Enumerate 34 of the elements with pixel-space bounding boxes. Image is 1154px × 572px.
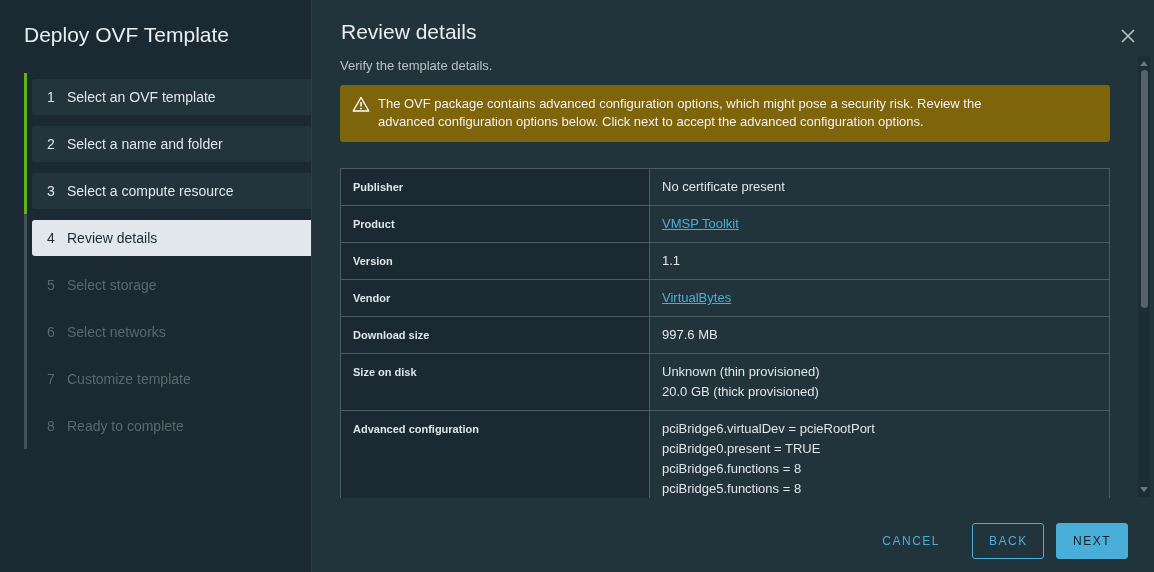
cell-text: 997.6 MB [662, 326, 719, 344]
row-label: Advanced configuration [353, 423, 479, 435]
step-item[interactable]: 3 Select a compute resource [32, 173, 311, 209]
action-button[interactable]: CANCEL [866, 523, 956, 559]
scroll-up-arrow-icon[interactable] [1140, 60, 1148, 66]
action-button[interactable]: BACK [972, 523, 1044, 559]
row-label: Vendor [353, 292, 391, 304]
cell-text: pciBridge6.functions = 8 [662, 460, 803, 478]
step-item[interactable]: 4 Review details [32, 220, 311, 256]
cell-text: pciBridge0.present = TRUE [662, 440, 822, 458]
step-item[interactable]: 2 Select a name and folder [32, 126, 311, 162]
row-label: Version [353, 255, 393, 267]
dialog-title: Deploy OVF Template [23, 22, 231, 48]
link[interactable]: VMSP Toolkit [662, 216, 739, 231]
link[interactable]: VirtualBytes [662, 290, 732, 305]
row-label: Download size [353, 329, 430, 341]
cell-text: Unknown (thin provisioned) [662, 363, 821, 381]
cell-text: pciBridge6.virtualDev = pcieRootPort [662, 420, 876, 438]
action-button[interactable]: NEXT [1056, 523, 1128, 559]
warning-icon [352, 96, 370, 112]
scrollbar[interactable] [1138, 56, 1150, 497]
row-label: Product [353, 218, 395, 230]
cell-text: 20.0 GB (thick provisioned) [662, 383, 820, 401]
subtitle: Verify the template details. [340, 58, 494, 74]
cell-text: 1.1 [662, 252, 682, 270]
step-item[interactable]: 1 Select an OVF template [32, 79, 311, 115]
row-label: Size on disk [353, 366, 417, 378]
cell-text: No certificate present [662, 178, 786, 196]
warning-text: The OVF package contains advanced configuration options, which might pose a security risk. Review the advanced configuration options below. Click next to accept the advanced configuration options. [378, 95, 983, 131]
page-title: Review details [341, 20, 477, 44]
cell-text: pciBridge5.functions = 8 [662, 480, 803, 498]
row-label: Publisher [353, 181, 404, 193]
close-icon[interactable] [1121, 29, 1135, 43]
scroll-down-arrow-icon[interactable] [1140, 487, 1148, 493]
